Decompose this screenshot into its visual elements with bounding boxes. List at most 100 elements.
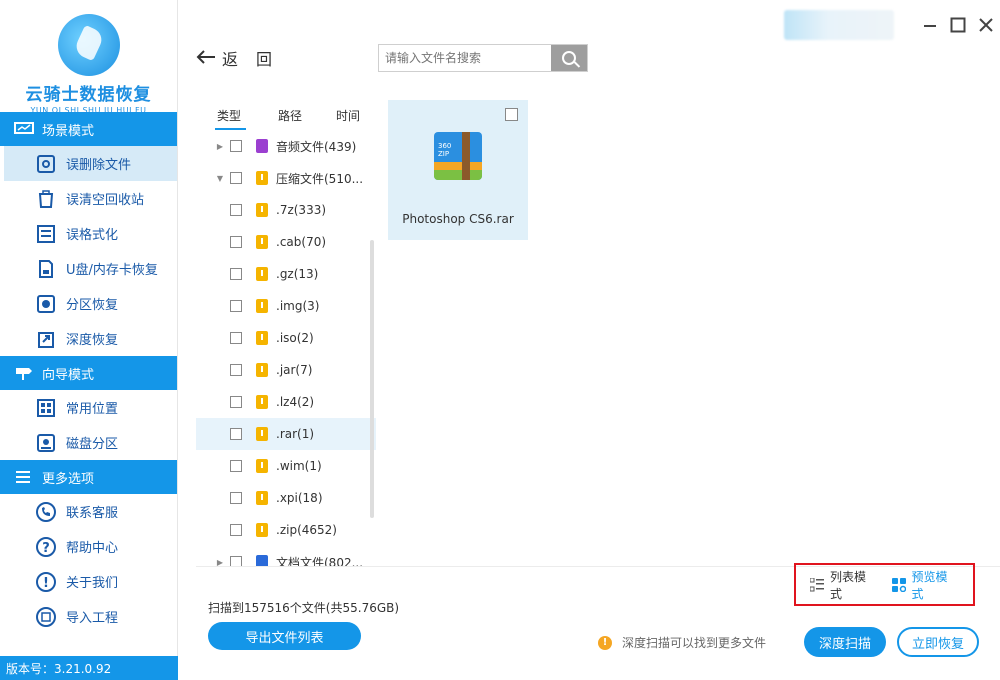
monitor-icon [14,122,34,136]
close-icon[interactable] [972,11,1000,39]
tree-row[interactable]: .xpi(18) [196,482,376,514]
search-button[interactable] [551,45,587,71]
tree-row[interactable]: .lz4(2) [196,386,376,418]
preview-mode-label: 预览模式 [911,569,948,601]
help-icon: ? [36,536,56,557]
checkbox[interactable] [230,364,242,376]
checkbox[interactable] [230,268,242,280]
tree-row[interactable]: .zip(4652) [196,514,376,546]
sidebar-item[interactable]: 导入工程 [0,599,177,634]
zip-file-icon [256,427,268,441]
chevron-down-icon[interactable]: ▼ [212,174,228,183]
tree-row-label: .rar(1) [276,427,315,441]
import-icon [36,606,56,627]
section-scene-mode[interactable]: 场景模式 [0,112,177,146]
zip-file-icon [256,459,268,473]
sidebar-item[interactable]: 误清空回收站 [0,181,177,216]
version-label: 版本号：3.21.0.92 [0,656,178,680]
sidebar-item-label: 深度恢复 [66,333,119,348]
usb-card-icon [36,259,56,279]
sidebar-item-label: 帮助中心 [66,541,119,556]
checkbox[interactable] [230,300,242,312]
sidebar-item[interactable]: U盘/内存卡恢复 [0,251,177,286]
checkbox[interactable] [230,428,242,440]
checkbox[interactable] [230,556,242,566]
checkbox[interactable] [230,524,242,536]
checkbox[interactable] [230,140,242,152]
sidebar-item-label: 误清空回收站 [66,193,145,208]
tree-row-label: .zip(4652) [276,523,337,537]
tree-row[interactable]: ▶ 音频文件(439) [196,130,376,162]
tab-path[interactable]: 路径 [256,107,314,124]
checkbox[interactable] [230,236,242,248]
tab-type[interactable]: 类型 [196,107,256,130]
sidebar-item[interactable]: 分区恢复 [0,286,177,321]
deep-scan-button[interactable]: 深度扫描 [804,627,886,657]
tree-row[interactable]: ▼ 压缩文件(510... [196,162,376,194]
sidebar-item[interactable]: ? 帮助中心 [0,529,177,564]
search-icon [562,51,576,65]
section-more-options[interactable]: 更多选项 [0,460,177,494]
hint-text: 深度扫描可以找到更多文件 [622,636,767,650]
checkbox[interactable] [230,332,242,344]
chevron-right-icon[interactable]: ▶ [212,558,228,567]
tree-header: 类型 路径 时间 [196,100,376,130]
checkbox[interactable] [230,492,242,504]
checkbox[interactable] [230,460,242,472]
tree-row-label: .iso(2) [276,331,314,345]
chevron-right-icon[interactable]: ▶ [212,142,228,151]
hard-disk-icon [36,433,56,453]
account-area[interactable] [784,10,894,40]
sidebar-item-label: 磁盘分区 [66,437,119,452]
section-guide-mode[interactable]: 向导模式 [0,356,177,390]
sidebar-item[interactable]: 误格式化 [0,216,177,251]
tab-time[interactable]: 时间 [314,107,360,124]
tree-row[interactable]: ▶ 文档文件(802... [196,546,376,566]
sidebar-item[interactable]: 深度恢复 [0,321,177,356]
svg-text:!: ! [43,576,49,591]
signpost-icon [14,366,34,380]
back-label-2: 回 [256,50,273,69]
minimize-icon[interactable] [916,11,944,39]
zip-file-icon [256,491,268,505]
recover-now-button[interactable]: 立即恢复 [897,627,979,657]
maximize-icon[interactable] [944,11,972,39]
tree-row[interactable]: .rar(1) [196,418,376,450]
checkbox[interactable] [230,172,242,184]
tree-row[interactable]: .iso(2) [196,322,376,354]
sidebar-item-label: 关于我们 [66,576,119,591]
list-mode-button[interactable]: 列表模式 [809,568,874,602]
tree-row[interactable]: .wim(1) [196,450,376,482]
back-label: 返 [222,50,239,69]
grid-icon [891,577,906,592]
tree-row[interactable]: .7z(333) [196,194,376,226]
tree-row[interactable]: .img(3) [196,290,376,322]
tree-row-label: .gz(13) [276,267,319,281]
zip-archive-icon: 360 ZIP [434,132,482,180]
file-preview-card[interactable]: 360 ZIP Photoshop CS6.rar [388,100,528,240]
zip-file-icon [256,299,268,313]
sidebar-item[interactable]: 联系客服 [0,494,177,529]
search-input[interactable] [379,45,551,71]
file-checkbox[interactable] [505,108,518,121]
sidebar-item[interactable]: 误删除文件 [4,146,177,181]
tree-row[interactable]: .cab(70) [196,226,376,258]
sidebar-item[interactable]: 常用位置 [0,390,177,425]
doc-file-icon [256,555,268,566]
file-name: Photoshop CS6.rar [402,212,514,226]
sidebar-item[interactable]: 磁盘分区 [0,425,177,460]
checkbox[interactable] [230,204,242,216]
export-file-list-button[interactable]: 导出文件列表 [208,622,361,650]
tree-row-label: 文档文件(802... [276,555,364,567]
sidebar-item[interactable]: ! 关于我们 [0,564,177,599]
back-button[interactable]: 返 回 [196,46,272,70]
sidebar-item-label: U盘/内存卡恢复 [66,263,158,278]
tree-scrollbar[interactable] [370,240,374,518]
checkbox[interactable] [230,396,242,408]
tree-row[interactable]: .jar(7) [196,354,376,386]
tree-row[interactable]: .gz(13) [196,258,376,290]
deep-scan-hint: ! 深度扫描可以找到更多文件 [598,634,766,651]
sidebar-item-label: 联系客服 [66,506,119,521]
preview-mode-button[interactable]: 预览模式 [891,568,956,602]
svg-text:?: ? [42,541,50,556]
